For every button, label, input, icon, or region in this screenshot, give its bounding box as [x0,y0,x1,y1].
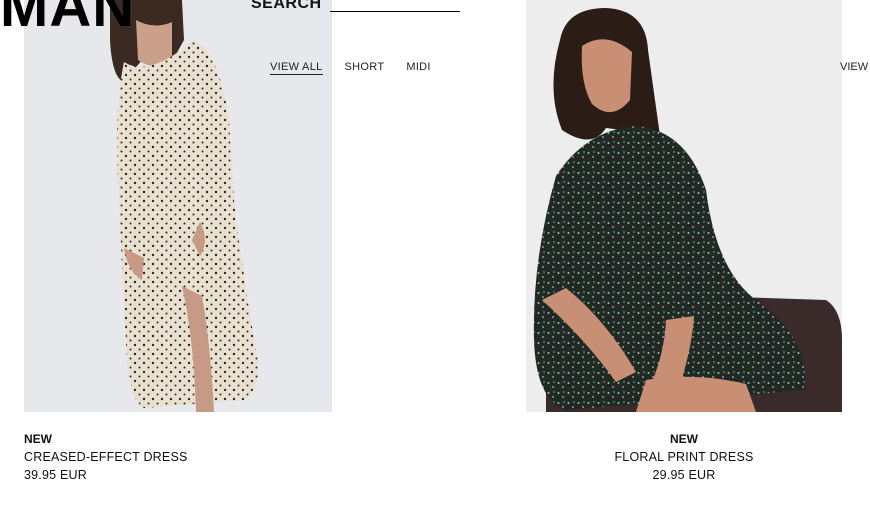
new-badge: NEW [670,432,698,446]
subnav-midi[interactable]: MIDI [406,61,430,75]
subnav-view-all-right[interactable]: VIEW [840,61,868,73]
category-subnav: VIEW ALL SHORT MIDI [270,61,431,75]
product-image-floral-dress[interactable] [526,0,842,412]
product-card-2-info[interactable]: NEW FLORAL PRINT DRESS 29.95 EUR [584,430,784,484]
product-price: 39.95 EUR [24,468,87,482]
search-label[interactable]: SEARCH [251,0,322,12]
search-box[interactable]: SEARCH [251,0,460,12]
model-photo-2 [526,0,842,412]
product-name[interactable]: CREASED-EFFECT DRESS [24,448,188,466]
subnav-view-all[interactable]: VIEW ALL [270,61,323,75]
product-card-1-info[interactable]: NEW CREASED-EFFECT DRESS 39.95 EUR [24,430,188,484]
brand-logo[interactable]: MAN [0,0,135,36]
product-name[interactable]: FLORAL PRINT DRESS [584,448,784,466]
product-price: 29.95 EUR [652,468,716,482]
search-input[interactable] [329,0,460,12]
subnav-short[interactable]: SHORT [345,61,385,75]
new-badge: NEW [24,432,52,446]
